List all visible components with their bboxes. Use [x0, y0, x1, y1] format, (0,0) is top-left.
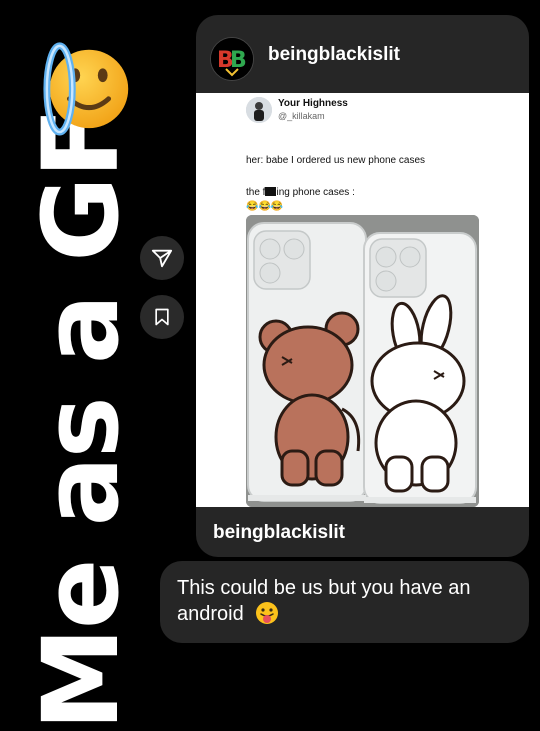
tweet-text-line-2-start: the f [246, 187, 266, 198]
save-button[interactable] [140, 295, 184, 339]
tweet-text-line-1: her: babe I ordered us new phone cases [246, 155, 426, 166]
tweet-author-name: Your Highness [278, 98, 348, 109]
shared-post-card[interactable]: B B beingblackislit Your Highness @_kill… [196, 15, 529, 557]
tweet-avatar [246, 97, 272, 123]
post-footer-username[interactable]: beingblackislit [213, 522, 345, 544]
vertical-caption: Me as a GF [6, 109, 156, 730]
smiling-face-with-halo-icon [43, 42, 129, 136]
caption-text: Me as a GF [20, 109, 142, 731]
bookmark-icon [155, 308, 169, 326]
message-text-content: This could be us but you have an android [177, 577, 471, 625]
message-text: This could be us but you have an android [177, 575, 522, 627]
post-username[interactable]: beingblackislit [268, 44, 400, 66]
bb-logo-icon: B B [211, 38, 253, 80]
tweet-text-line-2: the f ing phone cases : [246, 187, 355, 198]
share-button[interactable] [140, 236, 184, 280]
person-icon [246, 97, 272, 123]
profile-avatar[interactable]: B B [210, 37, 254, 81]
paper-plane-icon [151, 249, 173, 268]
phone-cases-photo [246, 215, 479, 507]
post-header: B B beingblackislit [196, 15, 529, 93]
svg-text:B: B [230, 48, 247, 73]
tweet-emojis: 😂😂😂 [246, 201, 284, 212]
face-with-tongue-icon [256, 602, 279, 624]
tweet-author-handle: @_killakam [278, 111, 325, 121]
tweet-photo [246, 215, 479, 507]
censor-bar [265, 187, 277, 196]
message-bubble[interactable]: This could be us but you have an android [160, 561, 529, 643]
tweet-text-line-2-end: ing phone cases : [276, 187, 355, 198]
post-image[interactable]: Your Highness @_killakam her: babe I ord… [196, 93, 529, 507]
